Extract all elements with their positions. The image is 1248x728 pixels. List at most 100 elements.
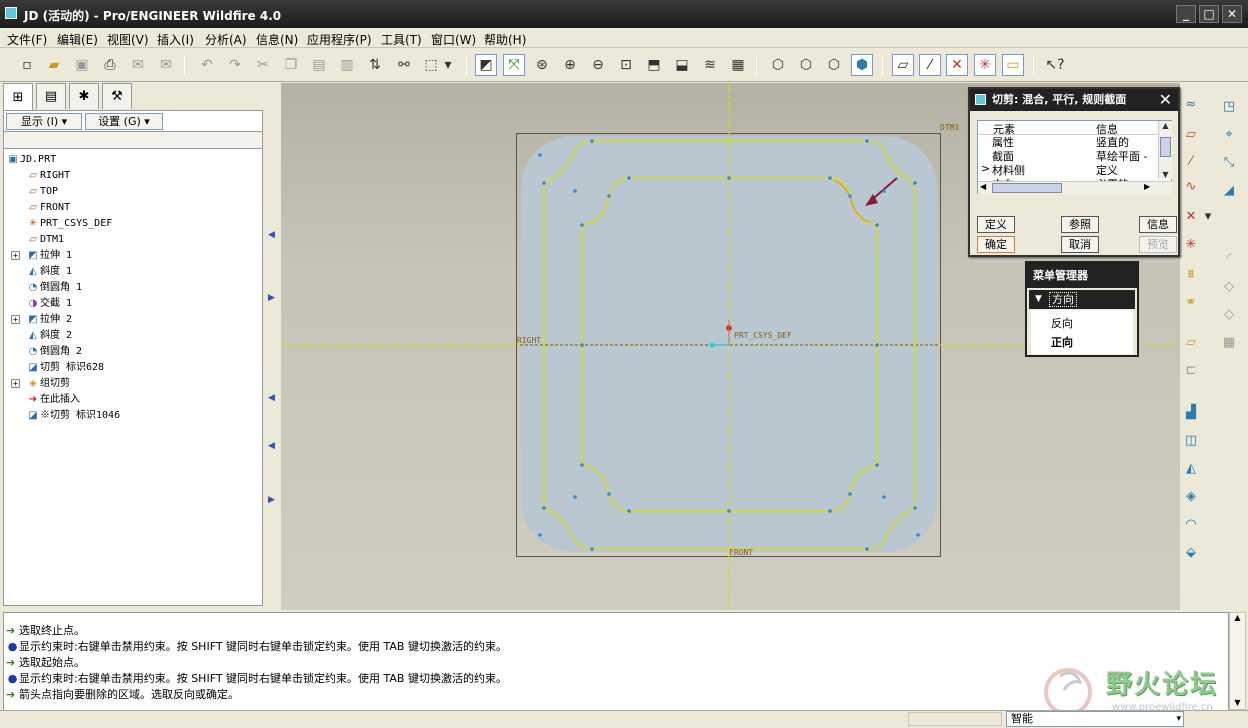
datum-planes-toggle-icon[interactable]: ▱ bbox=[892, 54, 914, 76]
menu-applications[interactable]: 应用程序(P) bbox=[307, 31, 372, 48]
tree-item[interactable]: ▱ RIGHT bbox=[26, 168, 70, 184]
menu-view[interactable]: 视图(V) bbox=[107, 31, 149, 48]
scroll-down-icon[interactable]: ▼ bbox=[1159, 170, 1172, 179]
find-binoculars-icon[interactable]: ⚯ bbox=[393, 54, 415, 76]
ok-button[interactable]: 确定 bbox=[977, 236, 1015, 253]
tree-item[interactable]: ◭ 斜度 1 bbox=[26, 264, 72, 280]
menu-insert[interactable]: 插入(I) bbox=[157, 31, 194, 48]
show-dropdown-button[interactable]: 显示 (I) ▾ bbox=[6, 113, 82, 130]
preview-button[interactable]: 预览 bbox=[1139, 236, 1177, 253]
table-icon[interactable]: ▦ bbox=[1218, 331, 1240, 353]
reorient-icon[interactable]: ⬒ bbox=[643, 54, 665, 76]
expand-right-icon[interactable]: ▶ bbox=[268, 293, 275, 303]
send-mail-attach-icon[interactable]: ✉ bbox=[155, 54, 177, 76]
tree-item[interactable]: ◭ 斜度 2 bbox=[26, 328, 72, 344]
datum-axes-toggle-icon[interactable]: ⁄ bbox=[919, 54, 941, 76]
direction-submenu[interactable]: ▼ 方向 bbox=[1029, 290, 1135, 309]
datum-curve-tool-icon[interactable]: ∿ bbox=[1180, 175, 1202, 197]
expand-toggle[interactable]: + bbox=[11, 379, 20, 388]
hscroll-thumb[interactable] bbox=[992, 183, 1062, 193]
connections-tab-icon[interactable]: ⚒ bbox=[102, 83, 132, 109]
expand-toggle[interactable]: + bbox=[11, 315, 20, 324]
save-icon[interactable]: ▣ bbox=[71, 54, 93, 76]
tree-item[interactable]: ◈ 组切剪 bbox=[26, 376, 70, 392]
tree-item[interactable]: ◔ 倒圆角 1 bbox=[26, 280, 82, 296]
model-tree-tab-icon[interactable]: ⊞ bbox=[3, 83, 33, 110]
close-button[interactable]: ✕ bbox=[1222, 5, 1242, 23]
info-button[interactable]: 信息 bbox=[1139, 216, 1177, 233]
refit-icon[interactable]: ⊡ bbox=[615, 54, 637, 76]
selection-filter[interactable]: 智能 ▾ bbox=[1006, 711, 1184, 727]
panel-splitter[interactable]: ◀ ▶ ◀ ◀ ▶ bbox=[266, 83, 280, 610]
shading-icon[interactable]: ⬢ bbox=[851, 54, 873, 76]
saved-views-icon[interactable]: ⬓ bbox=[671, 54, 693, 76]
variable-sweep-icon[interactable]: ◭ bbox=[1180, 457, 1202, 479]
scroll-thumb[interactable] bbox=[1160, 137, 1171, 157]
view-manager-icon[interactable]: ▦ bbox=[727, 54, 749, 76]
tree-item[interactable]: ▱ FRONT bbox=[26, 200, 70, 216]
rib-tool-icon[interactable]: ⤡ bbox=[1218, 151, 1240, 173]
datum-axis-tool-icon[interactable]: ⁄ bbox=[1180, 150, 1202, 172]
extrude-tool-icon[interactable]: ▟ bbox=[1180, 401, 1202, 423]
menu-file[interactable]: 文件(F) bbox=[7, 31, 47, 48]
define-button[interactable]: 定义 bbox=[977, 216, 1015, 233]
open-folder-icon[interactable]: ▰ bbox=[43, 54, 65, 76]
annotation-toggle-icon[interactable]: ▭ bbox=[1002, 54, 1024, 76]
orient-mode-icon[interactable]: ⊛ bbox=[531, 54, 553, 76]
tree-item[interactable]: ◩ 拉伸 1 bbox=[26, 248, 72, 264]
mirror-tool-icon[interactable]: ⊏ bbox=[1180, 359, 1202, 381]
hidden-line-icon[interactable]: ⬡ bbox=[795, 54, 817, 76]
datum-point-tool-icon[interactable]: ✕ bbox=[1180, 205, 1202, 227]
new-file-icon[interactable]: ▫ bbox=[16, 54, 38, 76]
favorites-tab-icon[interactable]: ✱ bbox=[69, 83, 99, 109]
sweep-tool-icon[interactable]: ◠ bbox=[1180, 513, 1202, 535]
scroll-up-icon[interactable]: ▲ bbox=[1230, 613, 1245, 622]
send-mail-icon[interactable]: ✉ bbox=[127, 54, 149, 76]
tree-item[interactable]: ◔ 倒圆角 2 bbox=[26, 344, 82, 360]
copy-geometry-icon[interactable]: ▱ bbox=[1180, 331, 1202, 353]
cut-scissors-icon[interactable]: ✂ bbox=[252, 54, 274, 76]
maximize-button[interactable]: □ bbox=[1199, 5, 1219, 23]
table-hscrollbar[interactable]: ◀ ▶ bbox=[978, 181, 1172, 194]
collapse-left-icon[interactable]: ◀ bbox=[268, 441, 275, 451]
shell-tool-icon[interactable]: ⌖ bbox=[1218, 123, 1240, 145]
cancel-button[interactable]: 取消 bbox=[1061, 236, 1099, 253]
sketch-tool-icon[interactable]: ≈ bbox=[1180, 93, 1202, 115]
menu-edit[interactable]: 编辑(E) bbox=[57, 31, 98, 48]
table-vscrollbar[interactable]: ▲ ▼ bbox=[1158, 121, 1172, 179]
draft-tool-icon[interactable]: ◢ bbox=[1218, 179, 1240, 201]
references-button[interactable]: 参照 bbox=[1061, 216, 1099, 233]
wireframe-icon[interactable]: ⬡ bbox=[767, 54, 789, 76]
datum-points-toggle-icon[interactable]: ✕ bbox=[946, 54, 968, 76]
settings-dropdown-button[interactable]: 设置 (G) ▾ bbox=[85, 113, 163, 130]
chevron-down-icon[interactable]: ▾ bbox=[1176, 712, 1181, 726]
round-tool-icon[interactable]: ◜ bbox=[1218, 247, 1240, 269]
datum-plane-tool-icon[interactable]: ▱ bbox=[1180, 123, 1202, 145]
layers-icon[interactable]: ≋ bbox=[699, 54, 721, 76]
flip-option[interactable]: 反向 bbox=[1051, 315, 1073, 331]
dialog-close-icon[interactable]: ✕ bbox=[1159, 89, 1172, 111]
tree-item[interactable]: ◩ 拉伸 2 bbox=[26, 312, 72, 328]
tree-item[interactable]: ✳ PRT_CSYS_DEF bbox=[26, 216, 112, 232]
copy-icon[interactable]: ❐ bbox=[280, 54, 302, 76]
paste-icon[interactable]: ▤ bbox=[308, 54, 330, 76]
tree-item[interactable]: ▱ TOP bbox=[26, 184, 58, 200]
menu-help[interactable]: 帮助(H) bbox=[484, 31, 526, 48]
tree-item[interactable]: ◑ 交截 1 bbox=[26, 296, 72, 312]
expand-toggle[interactable]: + bbox=[11, 251, 20, 260]
spin-center-icon[interactable]: ⤧ bbox=[503, 54, 525, 76]
tree-item[interactable]: ◪ ※切剪 标识1046 bbox=[26, 408, 120, 424]
collapse-left-icon[interactable]: ◀ bbox=[268, 230, 275, 240]
insert-udf-icon[interactable]: ⚭ bbox=[1180, 291, 1202, 313]
regenerate-icon[interactable]: ⇅ bbox=[364, 54, 386, 76]
hole-tool-icon[interactable]: ◳ bbox=[1218, 95, 1240, 117]
menu-tools[interactable]: 工具(T) bbox=[381, 31, 422, 48]
tree-item[interactable]: ➜ 在此插入 bbox=[26, 392, 80, 408]
menu-info[interactable]: 信息(N) bbox=[256, 31, 298, 48]
pattern-tool-icon[interactable]: ◇ bbox=[1218, 303, 1240, 325]
folder-browser-tab-icon[interactable]: ▤ bbox=[36, 83, 66, 109]
csys-toggle-icon[interactable]: ✳ bbox=[974, 54, 996, 76]
sketch-view-icon[interactable]: ◩ bbox=[475, 54, 497, 76]
menu-window[interactable]: 窗口(W) bbox=[431, 31, 476, 48]
zoom-in-icon[interactable]: ⊕ bbox=[559, 54, 581, 76]
